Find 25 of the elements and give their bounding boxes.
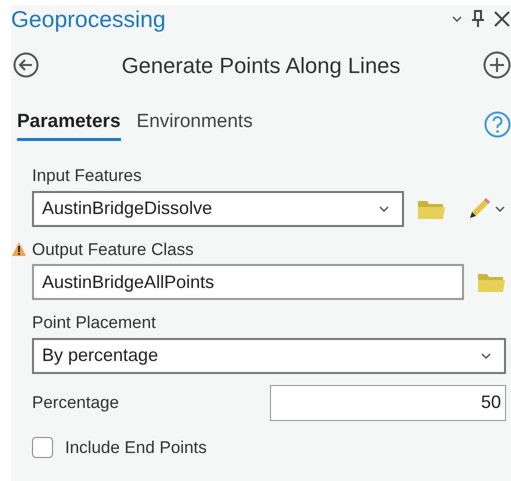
parameter-label: Percentage [32,392,119,414]
warning-icon [11,241,27,258]
plus-icon [482,51,511,79]
checkbox-label: Include End Points [65,436,207,458]
parameter-label: Input Features [32,165,142,187]
folder-icon [477,271,505,293]
help-button[interactable] [484,111,511,138]
pane-title: Geoprocessing [11,4,166,34]
close-button[interactable] [493,10,511,28]
back-button[interactable] [13,52,39,78]
add-button[interactable] [482,51,511,79]
dropdown-field[interactable]: By percentage [32,338,506,374]
parameter-label: Output Feature Class [32,238,194,260]
tab[interactable]: Parameters [17,108,121,141]
number-field[interactable]: 50 [270,384,506,420]
text-field[interactable]: AustinBridgeAllPoints [32,264,464,300]
close-icon [493,10,511,28]
tab[interactable]: Environments [136,108,253,141]
pin-button[interactable] [471,10,485,28]
tool-title: Generate Points Along Lines [122,52,400,80]
parameter-label: Point Placement [32,312,156,334]
pin-icon [471,10,485,28]
checkbox[interactable] [32,436,53,458]
dropdown-field[interactable]: AustinBridgeDissolve [32,190,404,226]
help-icon [484,111,511,138]
